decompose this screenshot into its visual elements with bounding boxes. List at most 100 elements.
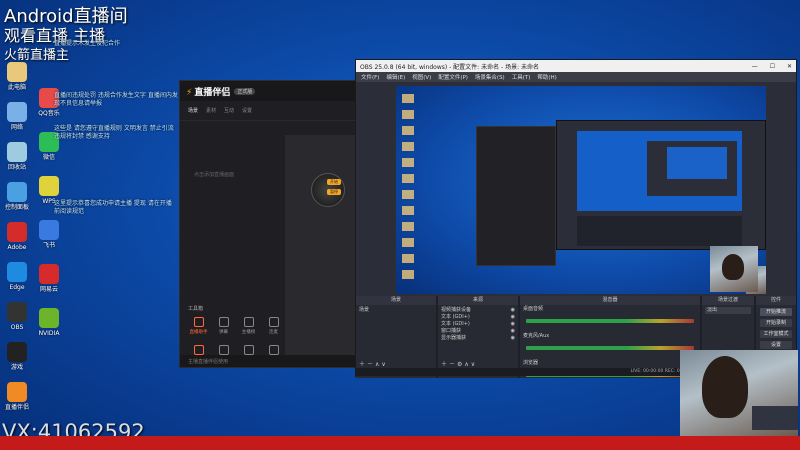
nested-obs-preview: [577, 131, 742, 211]
more-icon: [268, 345, 279, 355]
nested-mixer: [577, 216, 742, 246]
desktop-icon[interactable]: OBS: [0, 302, 34, 331]
desktop-icon-label: 控制面板: [4, 204, 29, 211]
obs-titlebar[interactable]: OBS 25.0.8 (64 bit, windows) - 配置文件: 未命名…: [356, 60, 796, 72]
volume-meter[interactable]: [526, 346, 694, 350]
tool-rank[interactable]: 主播榜: [236, 317, 261, 335]
app-icon: [7, 102, 27, 122]
nested-zb-window: [476, 126, 556, 266]
menu-edit[interactable]: 编辑(E): [386, 73, 405, 81]
eye-icon[interactable]: ◉: [511, 328, 515, 335]
maximize-icon[interactable]: ☐: [770, 63, 775, 70]
menu-file[interactable]: 文件(F): [361, 73, 379, 81]
eye-icon[interactable]: ◉: [511, 335, 515, 342]
tool-danmu[interactable]: 弹幕: [211, 317, 236, 335]
zb-titlebar[interactable]: ⚡ 直播伴侣 正式版: [180, 81, 363, 101]
desktop-icon[interactable]: Edge: [0, 262, 34, 291]
app-icon: [39, 264, 59, 284]
preview-desktop-icons: [402, 94, 414, 284]
menu-scene-collection[interactable]: 场景集合(S): [475, 73, 505, 81]
app-icon: [7, 302, 27, 322]
danmu-line: 直播间违规处罚 违规合作发生文字 直播间内发现不良信息请举报: [54, 92, 178, 107]
transition-select[interactable]: 淡出: [705, 307, 751, 314]
tab-interact[interactable]: 互动: [224, 107, 234, 114]
desktop-icon-label: 回收站: [7, 164, 26, 171]
scenes-add-remove-icons[interactable]: ＋－∧∨: [359, 359, 388, 368]
bolt-icon: ⚡: [186, 87, 193, 98]
studio-mode-button[interactable]: 工作室模式: [760, 330, 792, 338]
menu-help[interactable]: 帮助(H): [537, 73, 556, 81]
app-icon: [7, 342, 27, 362]
start-recording-button[interactable]: 开始录制: [760, 319, 792, 327]
danmu-line: 直播提示木发生侵犯合作: [54, 40, 121, 47]
source-item[interactable]: 窗口捕获 ◉: [441, 328, 515, 335]
desktop-icon[interactable]: 直播伴侣: [0, 382, 34, 411]
desktop-icon[interactable]: 回收站: [0, 142, 34, 171]
danmu-line: 这里提示恭喜您成功申请主播 提现 请在开播前阅读规范: [54, 200, 172, 215]
obs-title-text: OBS 25.0.8 (64 bit, windows) - 配置文件: 未命名…: [360, 63, 540, 71]
taskbar[interactable]: [0, 436, 800, 450]
eye-icon[interactable]: ◉: [511, 307, 515, 314]
desktop-icon-label: Edge: [9, 284, 25, 291]
webcam-overlay: [680, 350, 798, 436]
menu-tools[interactable]: 工具(T): [512, 73, 531, 81]
preview-start-button[interactable]: 开始: [327, 179, 341, 185]
app-icon: [39, 308, 59, 328]
nested-obs-preview-3: [667, 147, 727, 179]
menu-view[interactable]: 视图(V): [412, 73, 431, 81]
tool-assistant[interactable]: 直播助手: [186, 317, 211, 335]
desktop-icon[interactable]: 网易云: [32, 264, 66, 293]
minimize-icon[interactable]: —: [752, 63, 758, 70]
toolbox-heading: 工具箱: [188, 306, 204, 312]
tab-scene[interactable]: 场景: [188, 107, 198, 114]
desktop-icon[interactable]: 网络: [0, 102, 34, 131]
tool-link[interactable]: 连麦: [261, 317, 286, 335]
settings-button[interactable]: 设置: [760, 341, 792, 349]
desktop-icon[interactable]: 游戏: [0, 342, 34, 371]
preview-pause-button[interactable]: 暂停: [327, 189, 341, 195]
volume-meter[interactable]: [526, 319, 694, 323]
desktop-icon[interactable]: 控制面板: [0, 182, 34, 211]
mixer-dock[interactable]: 混音器 桌面音频 麦克风/Aux 浏览器: [520, 296, 700, 378]
start-streaming-button[interactable]: 开始推流: [760, 308, 792, 316]
link-icon: [268, 317, 279, 327]
source-item[interactable]: 视频捕获设备 ◉: [441, 307, 515, 314]
desktop-icon[interactable]: NVIDIA: [32, 308, 66, 337]
sources-dock[interactable]: 来源 视频捕获设备 ◉ 文本 (GDI+) ◉ 文本 (GDI+) ◉ 窗口捕获 ◉ 显…: [438, 296, 518, 378]
person: [702, 356, 748, 418]
danmu-icon: [218, 317, 229, 327]
desktop-icon-label: 飞书: [42, 242, 55, 249]
zb-logo: ⚡ 直播伴侣: [186, 87, 231, 98]
sound-icon: [243, 345, 254, 355]
obs-window[interactable]: OBS 25.0.8 (64 bit, windows) - 配置文件: 未命名…: [355, 59, 797, 378]
desktop-icon[interactable]: Adobe: [0, 222, 34, 251]
source-item[interactable]: 文本 (GDI+) ◉: [441, 314, 515, 321]
desktop-icon[interactable]: 此电脑: [0, 62, 34, 91]
desktop-icon-label: 网络: [10, 124, 23, 131]
tab-material[interactable]: 素材: [206, 107, 216, 114]
sources-add-remove-icons[interactable]: ＋－⚙∧∨: [441, 359, 477, 368]
nested-obs-preview-2: [647, 141, 737, 196]
source-item[interactable]: 文本 (GDI+) ◉: [441, 321, 515, 328]
scene-item[interactable]: 场景: [359, 307, 433, 314]
source-item[interactable]: 显示器捕获 ◉: [441, 335, 515, 342]
desktop-icon-label: QQ音乐: [38, 110, 60, 117]
mixer-channel-label: 浏览器: [523, 360, 539, 366]
app-icon: [7, 182, 27, 202]
add-scene-hint[interactable]: 点击添加直播画面: [194, 171, 234, 178]
zb-preview-panel[interactable]: 开始 暂停: [285, 135, 357, 355]
nested-obs-window: [556, 120, 766, 250]
menu-profile[interactable]: 配置文件(P): [438, 73, 468, 81]
close-icon[interactable]: ✕: [787, 63, 792, 70]
desktop-icon[interactable]: 飞书: [32, 220, 66, 249]
eye-icon[interactable]: ◉: [511, 321, 515, 328]
scenes-dock[interactable]: 场景 场景 ＋－∧∨: [356, 296, 436, 378]
app-icon: [39, 220, 59, 240]
sources-dock-header: 来源: [438, 296, 518, 305]
transitions-dock-header: 场景过渡: [702, 296, 754, 305]
app-icon: [7, 222, 27, 242]
app-icon: [7, 142, 27, 162]
desktop-icon-label: NVIDIA: [38, 330, 60, 337]
eye-icon[interactable]: ◉: [511, 314, 515, 321]
tab-settings[interactable]: 设置: [242, 107, 252, 114]
